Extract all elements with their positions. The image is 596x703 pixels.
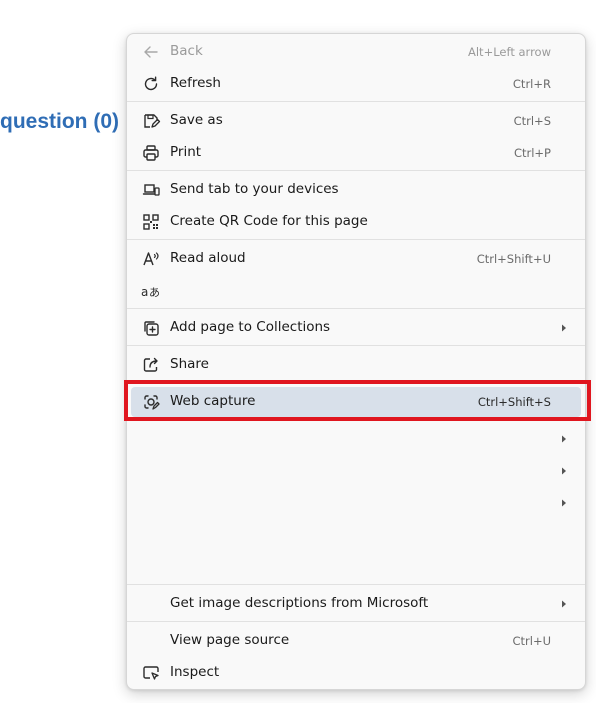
translate-icon: aあ (141, 281, 161, 301)
menu-item-blank-3[interactable] (131, 488, 581, 518)
menu-item-shortcut: Ctrl+P (513, 146, 551, 160)
collections-icon (141, 318, 161, 338)
menu-item-shortcut: Ctrl+Shift+U (476, 252, 551, 266)
menu-item-shortcut: Ctrl+R (512, 77, 551, 91)
menu-item-view-source[interactable]: View page source Ctrl+U (131, 626, 581, 656)
menu-item-label: Create QR Code for this page (170, 213, 368, 229)
menu-item-label: Add page to Collections (170, 319, 331, 335)
menu-item-blank-1[interactable] (131, 424, 581, 454)
menu-item-refresh[interactable]: Refresh Ctrl+R (131, 69, 581, 99)
menu-item-share[interactable]: Share (131, 350, 581, 380)
menu-separator (127, 621, 585, 622)
menu-separator (127, 239, 585, 240)
menu-item-label: Read aloud (170, 250, 246, 266)
chevron-right-icon (559, 463, 569, 479)
svg-text:a: a (141, 285, 148, 299)
menu-item-web-capture[interactable]: Web capture Ctrl+Shift+S (131, 387, 581, 417)
menu-separator (127, 345, 585, 346)
devices-icon (141, 180, 161, 200)
inspect-icon (141, 663, 161, 683)
menu-item-blank-2[interactable] (131, 456, 581, 486)
menu-separator (127, 584, 585, 585)
menu-item-translate[interactable]: aあ (131, 276, 581, 306)
refresh-icon (141, 74, 161, 94)
menu-item-label: Save as (170, 112, 223, 128)
menu-item-label: Print (170, 144, 202, 160)
menu-item-print[interactable]: Print Ctrl+P (131, 138, 581, 168)
browser-context-menu: Back Alt+Left arrow Refresh Ctrl+R Save … (126, 33, 586, 690)
chevron-right-icon (559, 431, 569, 447)
qr-code-icon (141, 212, 161, 232)
menu-item-qr-code[interactable]: Create QR Code for this page (131, 207, 581, 237)
web-capture-icon (141, 392, 161, 412)
svg-text:あ: あ (149, 286, 160, 299)
menu-item-shortcut: Ctrl+U (512, 634, 551, 648)
menu-item-label: Share (170, 356, 209, 372)
menu-item-label: Web capture (170, 393, 256, 409)
menu-item-add-to-collections[interactable]: Add page to Collections (131, 313, 581, 343)
save-as-icon (141, 111, 161, 131)
chevron-right-icon (559, 596, 569, 612)
menu-item-shortcut: Ctrl+S (513, 114, 551, 128)
read-aloud-icon (141, 249, 161, 269)
menu-item-back[interactable]: Back Alt+Left arrow (131, 37, 581, 67)
question-count-link[interactable]: question (0) (0, 110, 119, 134)
chevron-right-icon (559, 320, 569, 336)
menu-item-inspect[interactable]: Inspect (131, 658, 581, 688)
menu-item-shortcut: Alt+Left arrow (468, 45, 551, 59)
menu-item-shortcut: Ctrl+Shift+S (477, 395, 551, 409)
menu-separator (127, 170, 585, 171)
menu-separator (127, 101, 585, 102)
menu-separator (127, 382, 585, 383)
menu-separator (127, 308, 585, 309)
arrow-left-icon (141, 42, 161, 62)
chevron-right-icon (559, 495, 569, 511)
menu-item-label: Send tab to your devices (170, 181, 339, 197)
menu-item-label: Get image descriptions from Microsoft (170, 595, 429, 611)
menu-item-read-aloud[interactable]: Read aloud Ctrl+Shift+U (131, 244, 581, 274)
menu-item-label: Inspect (170, 664, 220, 680)
menu-item-send-tab[interactable]: Send tab to your devices (131, 175, 581, 205)
menu-item-label: Back (170, 43, 203, 59)
printer-icon (141, 143, 161, 163)
menu-item-label: Refresh (170, 75, 221, 91)
share-icon (141, 355, 161, 375)
menu-item-save-as[interactable]: Save as Ctrl+S (131, 106, 581, 136)
menu-item-image-descriptions[interactable]: Get image descriptions from Microsoft (131, 589, 581, 619)
menu-item-label: View page source (170, 632, 290, 648)
